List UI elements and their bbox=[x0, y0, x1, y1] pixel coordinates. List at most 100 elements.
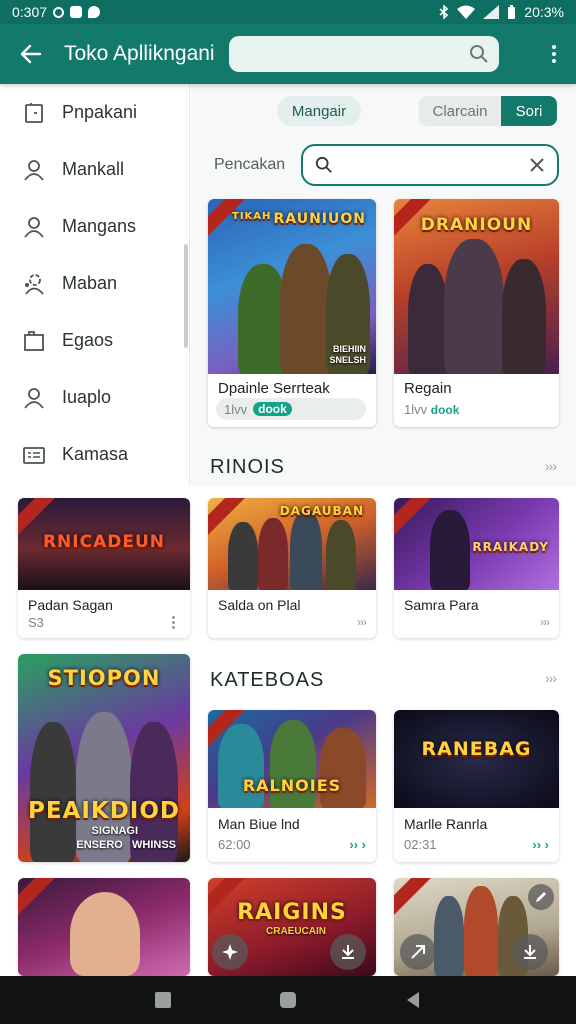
download-badge[interactable]: dook bbox=[253, 402, 292, 416]
close-icon[interactable] bbox=[529, 157, 545, 173]
game-card[interactable]: RRAIKADY Samra Para ››› bbox=[394, 498, 559, 638]
game-card[interactable] bbox=[18, 878, 190, 976]
battery-level: 20:3% bbox=[524, 4, 564, 20]
status-bar: 0:307 20:3% bbox=[0, 0, 576, 24]
price-row: 1lvv dook bbox=[216, 398, 366, 420]
drawer-item-mankall[interactable]: Mankall bbox=[0, 141, 189, 198]
home-icon[interactable] bbox=[278, 990, 298, 1010]
person-icon bbox=[22, 386, 46, 410]
more-arrows-icon[interactable]: ››› bbox=[540, 615, 550, 629]
back-nav-icon[interactable] bbox=[403, 990, 423, 1010]
game-card[interactable] bbox=[394, 878, 559, 976]
list-card-icon bbox=[22, 443, 46, 467]
drawer-item-label: Mankall bbox=[62, 159, 125, 179]
download-button[interactable] bbox=[512, 934, 548, 970]
status-time: 0:307 bbox=[12, 4, 48, 20]
game-price: 1lvv bbox=[404, 402, 428, 417]
thumbnail-title: RAIGINS bbox=[237, 900, 347, 925]
thumbnail-caption: CRAEUCAIN bbox=[266, 926, 326, 937]
person-icon bbox=[22, 158, 46, 182]
filter-search-field[interactable] bbox=[301, 144, 559, 186]
pencil-icon bbox=[536, 892, 546, 902]
search-input[interactable] bbox=[228, 36, 499, 72]
share-button[interactable] bbox=[400, 934, 436, 970]
message-icon bbox=[70, 6, 83, 18]
people-icon bbox=[22, 272, 46, 296]
thumbnail-title: DRANIOUN bbox=[420, 215, 533, 235]
game-title: Man Biue lnd bbox=[218, 816, 300, 832]
thumbnail-subtitle: TIKAH bbox=[232, 211, 272, 222]
game-card[interactable]: RNICADEUN Padan Sagan S3 bbox=[18, 498, 190, 638]
drawer-item-label: Egaos bbox=[62, 330, 114, 350]
game-meta: 62:00 bbox=[218, 837, 251, 852]
sparkle-icon bbox=[222, 944, 238, 960]
drawer-item-egaos[interactable]: Egaos bbox=[0, 312, 189, 369]
back-button[interactable] bbox=[12, 35, 50, 73]
drawer-item-label: Mangans bbox=[62, 216, 137, 236]
drawer-scrollbar[interactable] bbox=[184, 244, 188, 348]
game-thumbnail: RAUNIUON TIKAH BIEHIIN SNELSH bbox=[208, 199, 376, 374]
overflow-menu-button[interactable] bbox=[172, 616, 176, 629]
recents-icon[interactable] bbox=[153, 990, 173, 1010]
signal-icon bbox=[483, 5, 500, 19]
download-badge[interactable]: dook bbox=[431, 403, 460, 417]
section-more-arrows-icon[interactable]: ››› bbox=[545, 458, 557, 474]
featured-card[interactable]: RAUNIUON TIKAH BIEHIIN SNELSH Dpainle Se… bbox=[208, 199, 376, 427]
drawer-item-pnpakani[interactable]: Pnpakani bbox=[0, 84, 189, 141]
drawer-item-kamasa[interactable]: Kamasa bbox=[0, 426, 189, 483]
game-thumbnail: DRANIOUN bbox=[394, 199, 559, 374]
drawer-item-label: Kamasa bbox=[62, 444, 129, 464]
game-thumbnail: RNICADEUN bbox=[18, 498, 190, 590]
game-card[interactable]: RALNOIES Man Biue lnd 62:00 ›› › bbox=[208, 710, 376, 862]
search-icon bbox=[315, 156, 332, 173]
edit-button[interactable] bbox=[528, 884, 554, 910]
section-more-arrows-icon[interactable]: ››› bbox=[545, 670, 557, 686]
install-arrows-icon[interactable]: ›› › bbox=[532, 837, 549, 852]
thumbnail-caption: SIGNAGI bbox=[91, 825, 138, 837]
game-meta: 02:31 bbox=[404, 837, 437, 852]
section-title: RINOIS bbox=[210, 456, 285, 478]
game-title: Samra Para bbox=[404, 597, 479, 613]
game-meta: S3 bbox=[28, 615, 44, 630]
shield-icon bbox=[88, 6, 101, 18]
sort-option-sori[interactable]: Sori bbox=[501, 96, 557, 126]
game-title: Salda on Plal bbox=[218, 597, 301, 613]
battery-icon bbox=[508, 5, 516, 19]
install-arrows-icon[interactable]: ›› › bbox=[349, 837, 366, 852]
search-icon[interactable] bbox=[469, 44, 489, 64]
thumbnail-bottom-title: PEAIKDIOD bbox=[27, 798, 181, 824]
filter-label: Pencakan bbox=[214, 156, 286, 173]
thumbnail-caption: BIEHIIN SNELSH bbox=[329, 344, 366, 365]
app-screen: 0:307 20:3% Toko Apllikngani Pnpakani Ma… bbox=[0, 0, 576, 1024]
game-card[interactable]: RANEBAG Marlle Ranrla 02:31 ›› › bbox=[394, 710, 559, 862]
thumbnail-title: RALNOIES bbox=[242, 776, 342, 795]
sort-option-clarcain[interactable]: Clarcain bbox=[419, 96, 501, 126]
game-title: Dpainle Serrteak bbox=[218, 380, 330, 397]
bookmark-button[interactable] bbox=[212, 934, 248, 970]
section-title: KATEBOAS bbox=[210, 669, 325, 691]
thumbnail-title: RRAIKADY bbox=[472, 540, 549, 554]
drawer-item-label: Maban bbox=[62, 273, 118, 293]
drawer-item-label: Iuaplo bbox=[62, 387, 112, 407]
more-arrows-icon[interactable]: ››› bbox=[357, 615, 367, 629]
folder-icon bbox=[22, 329, 46, 353]
drawer-item-maban[interactable]: Maban bbox=[0, 255, 189, 312]
drawer-item-label: Pnpakani bbox=[62, 102, 138, 122]
bluetooth-icon bbox=[439, 5, 449, 19]
overflow-menu-button[interactable] bbox=[544, 36, 564, 72]
category-chip[interactable]: Mangair bbox=[277, 96, 361, 126]
drawer-item-mangans[interactable]: Mangans bbox=[0, 198, 189, 255]
game-thumbnail: DAGAUBAN bbox=[208, 498, 376, 590]
drawer-item-iuaplo[interactable]: Iuaplo bbox=[0, 369, 189, 426]
person-icon bbox=[22, 215, 46, 239]
game-card[interactable]: DAGAUBAN Salda on Plal ››› bbox=[208, 498, 376, 638]
download-button[interactable] bbox=[330, 934, 366, 970]
game-card[interactable]: RAIGINS CRAEUCAIN bbox=[208, 878, 376, 976]
featured-card[interactable]: DRANIOUN Regain 1lvv dook bbox=[394, 199, 559, 427]
app-bar: Toko Apllikngani bbox=[0, 24, 576, 84]
featured-tall-card[interactable]: STIOPON PEAIKDIOD SIGNAGI ENSERO WHINSS bbox=[18, 654, 190, 862]
game-title: Regain bbox=[404, 380, 452, 397]
thumbnail-caption: ENSERO WHINSS bbox=[76, 839, 176, 851]
thumbnail-title: RNICADEUN bbox=[42, 532, 166, 552]
game-thumbnail: RRAIKADY bbox=[394, 498, 559, 590]
